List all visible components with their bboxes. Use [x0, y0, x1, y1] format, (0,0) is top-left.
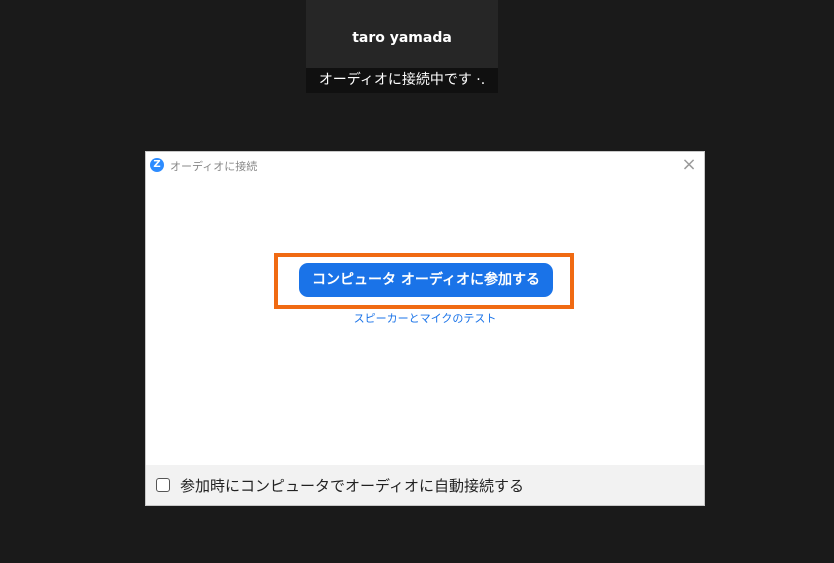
test-speaker-mic-link[interactable]: スピーカーとマイクのテスト: [146, 310, 704, 326]
dialog-footer: 参加時にコンピュータでオーディオに自動接続する: [146, 465, 704, 505]
audio-status-label: オーディオに接続中です ·.: [306, 68, 498, 93]
close-icon[interactable]: ×: [678, 154, 700, 176]
participant-tile: taro yamada オーディオに接続中です ·.: [306, 0, 498, 93]
auto-connect-checkbox[interactable]: [156, 478, 170, 492]
zoom-logo-icon: Z: [150, 158, 164, 172]
participant-name: taro yamada: [352, 30, 452, 46]
auto-connect-label[interactable]: 参加時にコンピュータでオーディオに自動接続する: [180, 475, 524, 496]
audio-connect-dialog: Z オーディオに接続 × コンピュータ オーディオに参加する スピーカーとマイク…: [145, 151, 705, 506]
dialog-title: オーディオに接続: [170, 160, 258, 173]
dialog-titlebar: Z オーディオに接続 ×: [146, 152, 704, 178]
join-computer-audio-button[interactable]: コンピュータ オーディオに参加する: [299, 263, 553, 297]
